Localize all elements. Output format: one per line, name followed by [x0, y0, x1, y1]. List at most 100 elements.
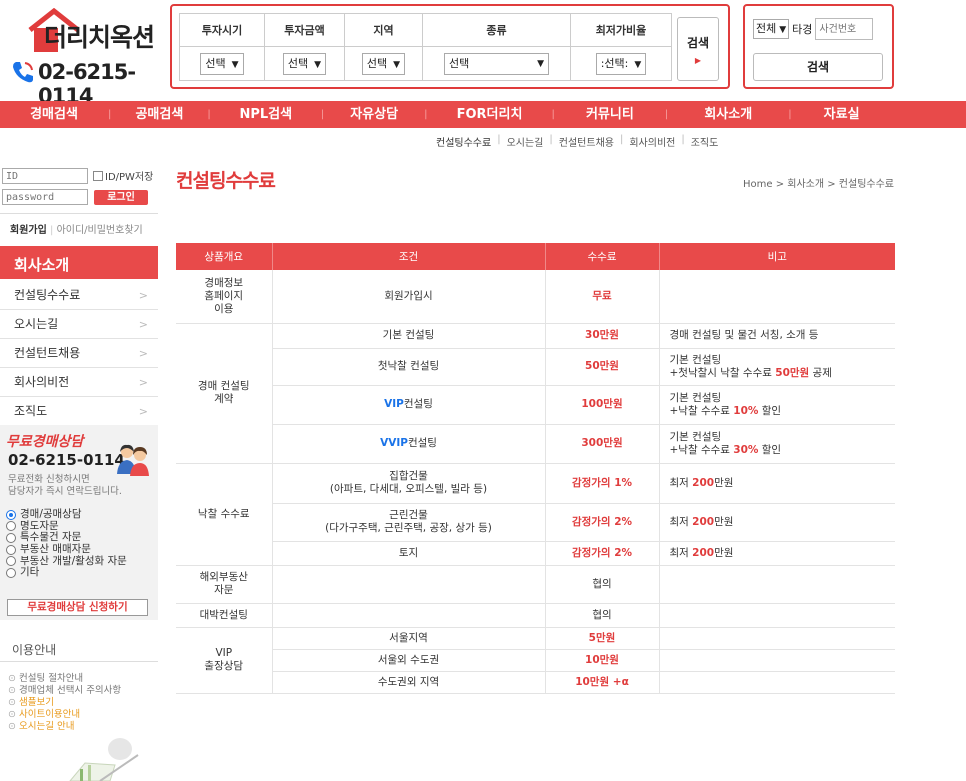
chevron-right-icon: >: [138, 289, 148, 302]
filter-header-region: 지역: [344, 13, 423, 47]
side-item-fee[interactable]: 컨설팅수수료 >: [0, 281, 158, 310]
table-row: VVIP컨설팅 300만원 기본 컨설팅 +낙찰 수수료 30% 할인: [176, 424, 895, 464]
table-row: 낙찰 수수료 집합건물 (아파트, 다세대, 오피스텔, 빌라 등) 감정가의 1…: [176, 463, 895, 566]
side-item-vision[interactable]: 회사의비전 >: [0, 368, 158, 397]
subnav-org[interactable]: 조직도: [691, 134, 719, 149]
note-cell: 최저 200만원: [659, 503, 895, 542]
radio-icon: [6, 556, 16, 567]
nav-npl[interactable]: NPL검색: [211, 101, 321, 128]
join-link[interactable]: 회원가입: [10, 225, 47, 236]
condition-cell: 집합건물 (아파트, 다세대, 오피스텔, 빌라 등): [272, 463, 546, 504]
note-cell: [659, 270, 895, 324]
category-overseas: 해외부동산 자문: [176, 565, 273, 604]
nav-auction[interactable]: 경매검색: [0, 101, 108, 128]
radio-auction[interactable]: 경매/공매상담: [6, 509, 127, 521]
password-input[interactable]: [2, 189, 88, 205]
col-header-product: 상품개요: [176, 243, 273, 270]
fee-cell: 협의: [545, 565, 660, 604]
consult-title: 무료경매상담: [6, 434, 84, 450]
case-scope-select[interactable]: 전체 ▼: [753, 19, 790, 39]
filter-header-amount: 투자금액: [264, 13, 345, 47]
guide-item-sample[interactable]: ⊙ 샘플보기: [8, 697, 121, 709]
table-row: 경매정보 홈페이지 이용 회원가입시 무료: [176, 270, 895, 324]
consult-type-options: 경매/공매상담 명도자문 특수물건 자문 부동산 매매자문 부동산 개발/활성화…: [6, 509, 127, 579]
guide-item-caution[interactable]: ⊙ 경매업체 선택시 주의사항: [8, 685, 121, 697]
condition-cell: 회원가입시: [272, 270, 546, 324]
table-row: 수도권외 지역 10만원 +α: [176, 671, 895, 694]
filter-select-period[interactable]: 선택 ▼: [200, 52, 244, 75]
side-item-recruit[interactable]: 컨설턴트채용 >: [0, 339, 158, 368]
note-cell: 기본 컨설팅 +첫낙찰시 낙찰 수수료 50만원 공제: [659, 348, 895, 386]
condition-cell: 근린건물 (다가구주택, 근린주택, 공장, 상가 등): [272, 503, 546, 542]
divider: [0, 661, 158, 662]
note-cell: [659, 649, 895, 672]
filter-header-type: 종류: [422, 13, 571, 47]
nav-library[interactable]: 자료실: [792, 101, 892, 128]
nav-for-therich[interactable]: FOR더리치: [428, 101, 552, 128]
property-search-button[interactable]: 검색 ▶: [677, 17, 719, 81]
filter-select-region[interactable]: 선택 ▼: [361, 52, 406, 75]
radio-development[interactable]: 부동산 개발/활성화 자문: [6, 555, 127, 567]
chevron-right-icon: >: [138, 318, 148, 331]
condition-cell: 토지: [272, 541, 546, 566]
filter-select-amount[interactable]: 선택 ▼: [282, 52, 327, 75]
fee-table-header: 상품개요 조건 수수료 비고: [176, 243, 895, 270]
condition-cell: 첫낙찰 컨설팅: [272, 348, 546, 386]
subnav-directions[interactable]: 오시는길: [507, 134, 544, 149]
subnav-fee[interactable]: 컨설팅수수료: [436, 134, 491, 149]
note-cell: 기본 컨설팅 +낙찰 수수료 10% 할인: [659, 385, 895, 425]
note-cell: [659, 627, 895, 650]
nav-consult[interactable]: 자유상담: [324, 101, 424, 128]
table-row: 첫낙찰 컨설팅 50만원 기본 컨설팅 +첫낙찰시 낙찰 수수료 50만원 공제: [176, 348, 895, 386]
guide-item-procedure[interactable]: ⊙ 컨설팅 절차안내: [8, 673, 121, 685]
nav-company[interactable]: 회사소개: [668, 101, 788, 128]
side-item-directions[interactable]: 오시는길 >: [0, 310, 158, 339]
nav-public-auction[interactable]: 공매검색: [111, 101, 207, 128]
condition-cell: 기본 컨설팅: [272, 323, 546, 349]
side-menu: 컨설팅수수료 > 오시는길 > 컨설턴트채용 > 회사의비전 > 조직도 >: [0, 281, 158, 426]
radio-eviction[interactable]: 명도자문: [6, 520, 127, 533]
chevron-down-icon: ▼: [231, 59, 239, 70]
radio-special[interactable]: 특수물건 자문: [6, 532, 127, 544]
play-arrow-icon: ▶: [694, 56, 702, 65]
note-cell: [659, 603, 895, 628]
id-input[interactable]: [2, 168, 88, 184]
nav-community[interactable]: 커뮤니티: [555, 101, 665, 128]
consult-phone: 02-6215-0114: [8, 451, 125, 469]
table-row: 서울외 수도권 10만원: [176, 649, 895, 672]
fee-cell: 300만원: [545, 424, 660, 464]
table-row: 해외부동산 자문 협의: [176, 565, 895, 604]
guide-item-site-guide[interactable]: ⊙ 사이트이용안내: [8, 709, 121, 721]
checkbox-icon: [93, 170, 103, 181]
consult-apply-button[interactable]: 무료경매상담 신청하기: [7, 599, 148, 616]
fee-cell: 10만원: [545, 649, 660, 672]
table-row: 경매 컨설팅 계약 기본 컨설팅 30만원 경매 컨설팅 및 물건 서칭, 소개…: [176, 323, 895, 464]
table-row: VIP컨설팅 100만원 기본 컨설팅 +낙찰 수수료 10% 할인: [176, 385, 895, 425]
condition-cell: 서울지역: [272, 627, 546, 650]
login-button[interactable]: 로그인: [94, 190, 148, 205]
filter-table: 투자시기 투자금액 지역 종류 최저가비율 선택 ▼ 선택 ▼ 선택 ▼ 선택 ▼ :선…: [179, 13, 672, 81]
side-item-org[interactable]: 조직도 >: [0, 397, 158, 426]
chevron-right-icon: >: [138, 405, 148, 418]
find-account-link[interactable]: 아이디/비밀번호찾기: [57, 225, 143, 236]
fee-table: 상품개요 조건 수수료 비고 경매정보 홈페이지 이용 회원가입시 무료 경매 …: [176, 243, 895, 694]
condition-cell: VIP컨설팅: [272, 385, 546, 425]
table-row: 대박컨설팅 협의: [176, 603, 895, 628]
subnav-recruit[interactable]: 컨설턴트채용: [559, 134, 614, 149]
logo-name: 더리치옥션: [44, 23, 155, 52]
radio-trade[interactable]: 부동산 매매자문: [6, 544, 127, 556]
subnav-divider: |: [681, 134, 685, 145]
guide-item-directions[interactable]: ⊙ 오시는길 안내: [8, 721, 121, 733]
fee-cell: 감정가의 2%: [545, 541, 660, 566]
radio-other[interactable]: 기타: [6, 567, 127, 579]
filter-select-type[interactable]: 선택 ▼: [444, 52, 549, 75]
save-login-checkbox[interactable]: ID/PW저장: [93, 168, 153, 183]
subnav-vision[interactable]: 회사의비전: [629, 134, 675, 149]
condition-cell: VVIP컨설팅: [272, 424, 546, 464]
logo[interactable]: 더리치옥션 02-6215-0114: [8, 6, 166, 108]
case-search-button[interactable]: 검색: [753, 53, 883, 81]
filter-select-ratio[interactable]: :선택: ▼: [595, 52, 647, 75]
chevron-down-icon: ▼: [634, 59, 642, 70]
note-cell: 최저 200만원: [659, 541, 895, 566]
case-number-input[interactable]: [815, 18, 874, 40]
